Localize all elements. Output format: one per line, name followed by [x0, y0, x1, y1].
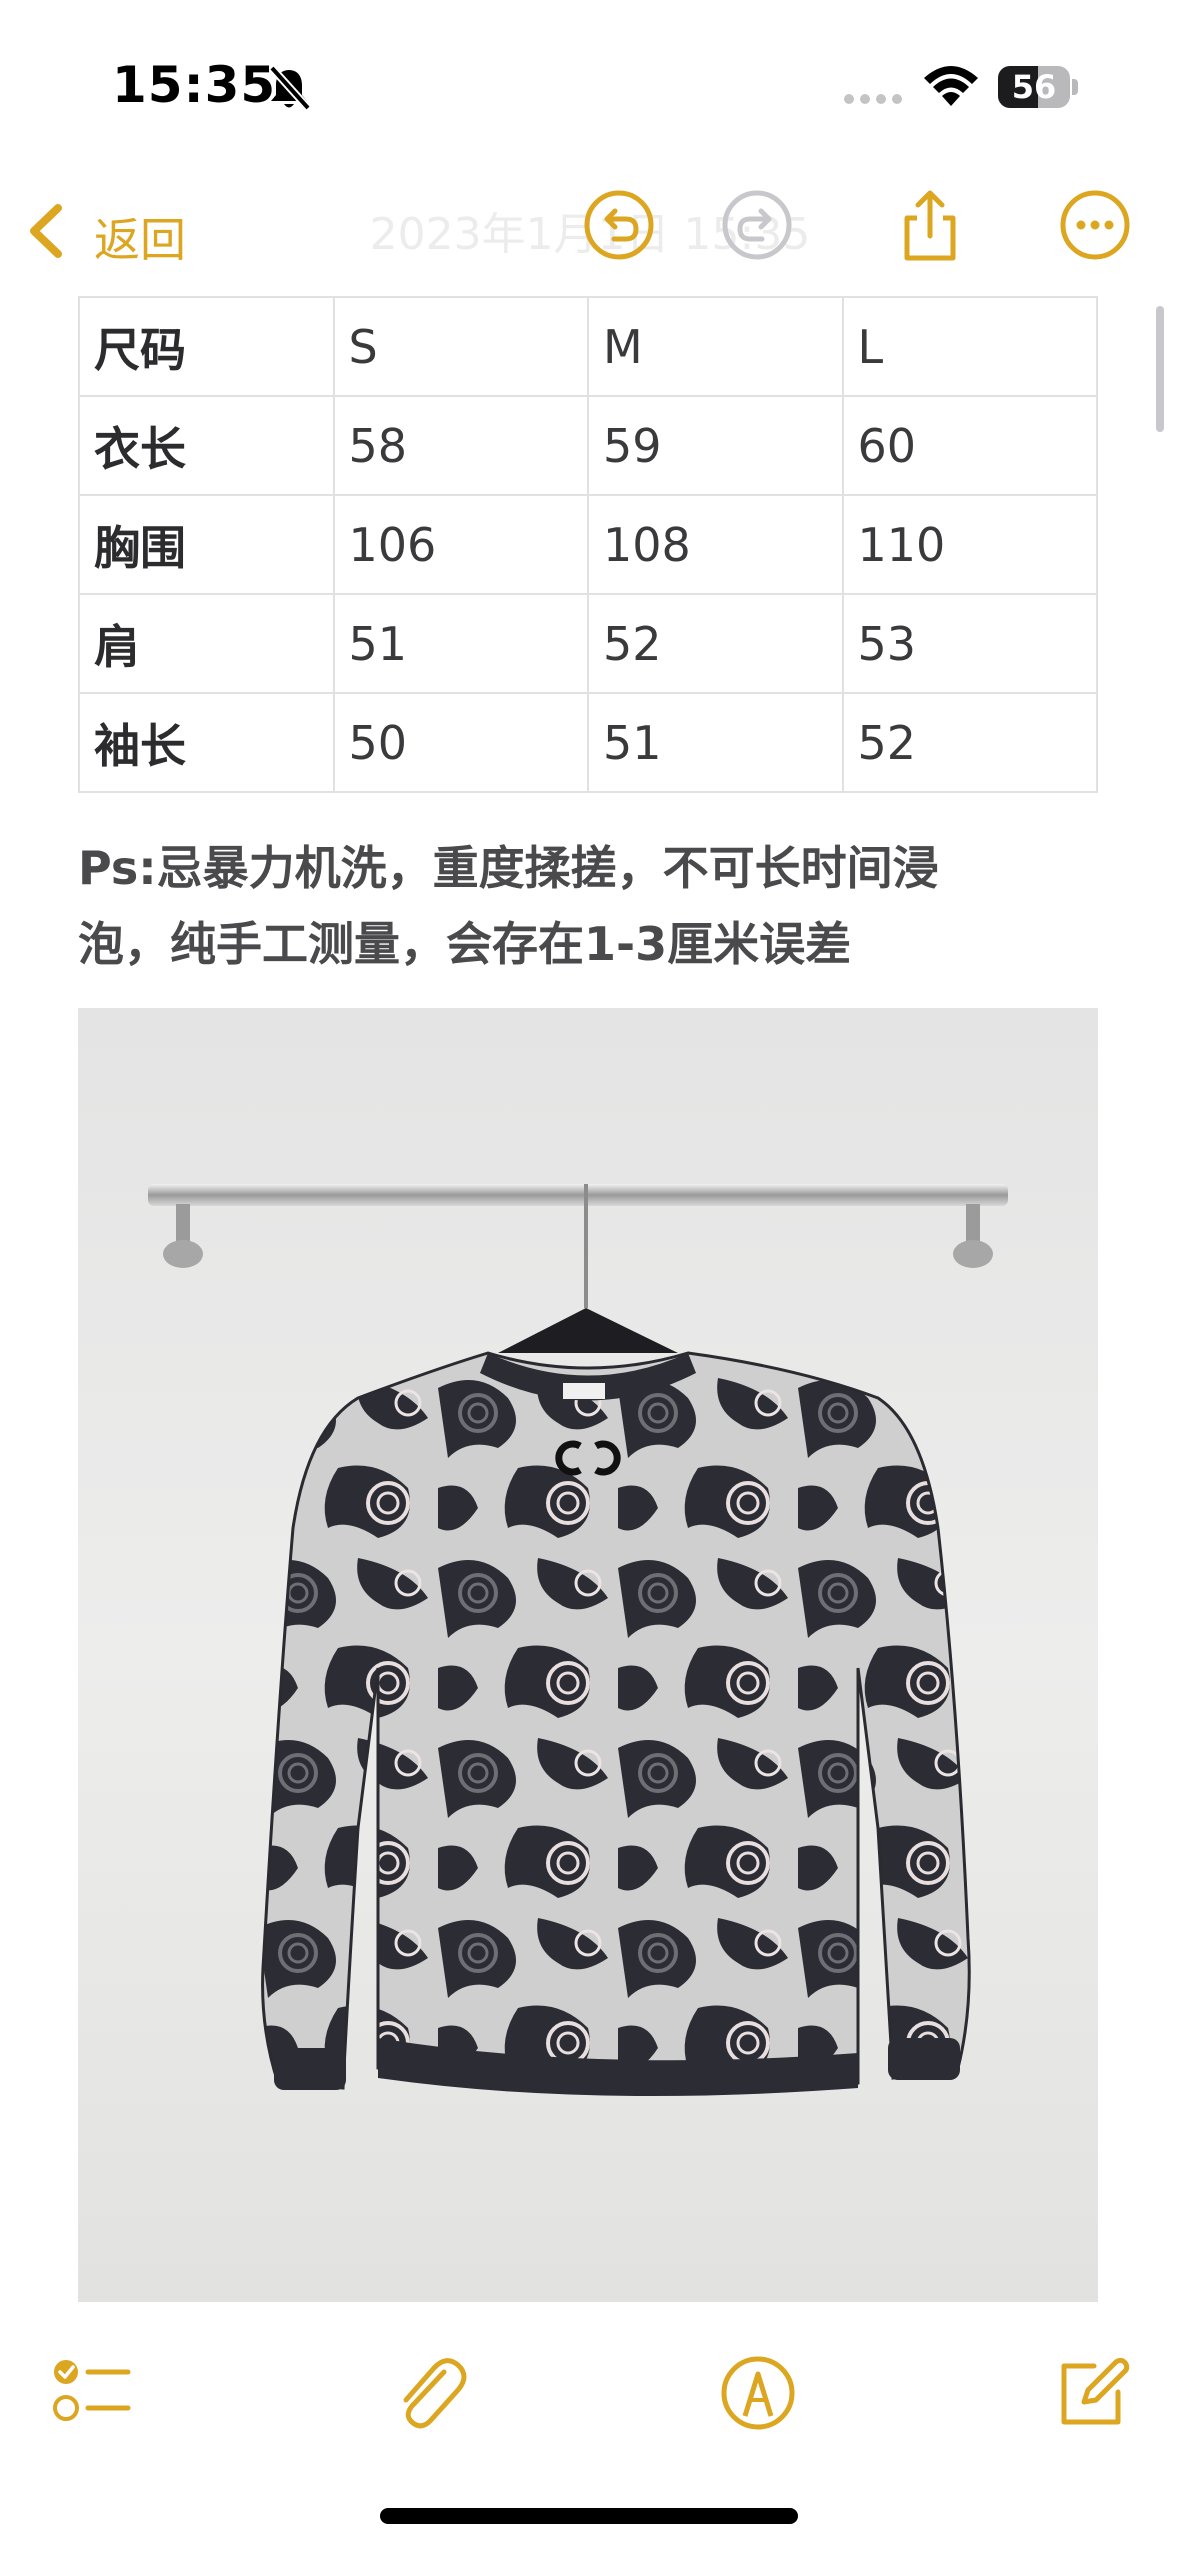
table-cell[interactable]: 肩 — [78, 593, 335, 694]
table-cell[interactable]: 110 — [841, 494, 1098, 595]
table-cell[interactable]: 108 — [587, 494, 844, 595]
table-cell[interactable]: 52 — [841, 692, 1098, 793]
table-cell[interactable]: 53 — [841, 593, 1098, 694]
table-cell[interactable]: 衣长 — [78, 395, 335, 496]
table-cell[interactable]: 51 — [332, 593, 589, 694]
table-cell[interactable]: M — [587, 296, 844, 397]
table-cell[interactable]: 袖长 — [78, 692, 335, 793]
bottom-toolbar — [0, 2330, 1179, 2450]
table-row: 衣长 58 59 60 — [78, 395, 1098, 496]
notes-screen: 15:35 56 2023年1月1日 15:35 返回 尺码 S M L 衣长 … — [0, 0, 1179, 2556]
table-cell[interactable]: 59 — [587, 395, 844, 496]
table-cell[interactable]: 尺码 — [78, 296, 335, 397]
table-cell[interactable]: S — [332, 296, 589, 397]
undo-icon[interactable] — [582, 188, 656, 262]
table-cell[interactable]: 58 — [332, 395, 589, 496]
table-row: 肩 51 52 53 — [78, 593, 1098, 694]
status-time: 15:35 — [112, 56, 277, 114]
chevron-left-icon — [30, 204, 62, 258]
note-line: 泡，纯手工测量，会存在1-3厘米误差 — [78, 917, 852, 971]
battery-level: 56 — [1011, 68, 1057, 106]
more-icon[interactable] — [1058, 188, 1132, 262]
note-line: Ps:忌暴力机洗，重度揉搓，不可长时间浸 — [78, 841, 939, 895]
paperclip-icon[interactable] — [386, 2350, 472, 2436]
table-cell[interactable]: 106 — [332, 494, 589, 595]
home-indicator[interactable] — [380, 2508, 798, 2524]
note-body[interactable]: Ps:忌暴力机洗，重度揉搓，不可长时间浸 泡，纯手工测量，会存在1-3厘米误差 — [78, 830, 1108, 982]
redo-icon[interactable] — [720, 188, 794, 262]
cellular-dots-icon — [844, 94, 902, 104]
table-cell[interactable]: 50 — [332, 692, 589, 793]
nav-bar: 2023年1月1日 15:35 返回 — [0, 170, 1179, 290]
table-row: 尺码 S M L — [78, 296, 1098, 397]
back-button[interactable]: 返回 — [22, 190, 212, 270]
share-icon[interactable] — [893, 188, 967, 262]
bell-slash-icon — [269, 65, 311, 111]
wifi-icon — [924, 66, 978, 106]
table-cell[interactable]: 51 — [587, 692, 844, 793]
table-cell[interactable]: 60 — [841, 395, 1098, 496]
table-row: 胸围 106 108 110 — [78, 494, 1098, 595]
back-label: 返回 — [94, 213, 186, 267]
table-cell[interactable]: L — [841, 296, 1098, 397]
sweater-photo[interactable] — [78, 1008, 1098, 2302]
table-row: 袖长 50 51 52 — [78, 692, 1098, 793]
status-bar: 15:35 56 — [0, 0, 1179, 150]
table-cell[interactable]: 52 — [587, 593, 844, 694]
compose-icon[interactable] — [1048, 2350, 1134, 2436]
battery-icon: 56 — [998, 66, 1078, 108]
size-table: 尺码 S M L 衣长 58 59 60 胸围 106 108 110 肩 51… — [78, 296, 1098, 793]
table-cell[interactable]: 胸围 — [78, 494, 335, 595]
checklist-icon[interactable] — [50, 2350, 136, 2436]
markup-pen-icon[interactable] — [715, 2350, 801, 2436]
scroll-indicator[interactable] — [1156, 306, 1164, 432]
